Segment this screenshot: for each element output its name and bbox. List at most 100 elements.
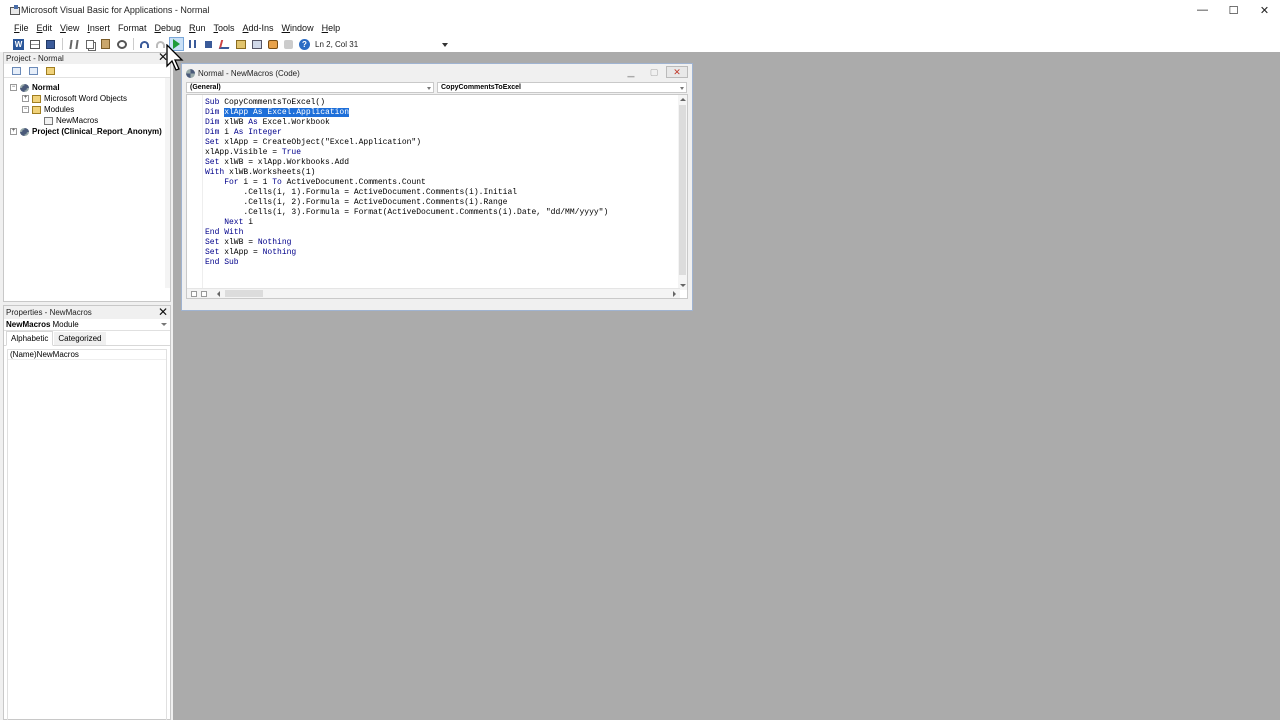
code-line[interactable]: .Cells(i, 3).Formula = Format(ActiveDocu… (205, 208, 608, 218)
reset-button[interactable] (201, 37, 216, 51)
project-explorer-icon (235, 39, 246, 49)
code-keyword: Set (205, 248, 225, 257)
toggle-folders-button[interactable] (43, 65, 57, 76)
code-line[interactable]: Set xlApp = Nothing (205, 248, 608, 258)
margin-indicator-bar[interactable] (187, 95, 203, 298)
code-line[interactable]: With xlWB.Worksheets(1) (205, 168, 608, 178)
procedure-combo[interactable]: CopyCommentsToExcel (437, 82, 687, 93)
window-title: Microsoft Visual Basic for Applications … (21, 5, 210, 15)
tree-item[interactable]: − Normal (4, 82, 170, 93)
expand-icon[interactable]: + (22, 95, 29, 102)
procedure-view-icon[interactable] (191, 291, 197, 297)
code-maximize-button[interactable]: ▢ (643, 66, 665, 78)
menu-item-addins[interactable]: Add-Ins (239, 23, 278, 33)
insert-userform-button[interactable] (27, 37, 42, 51)
code-line[interactable]: Sub CopyCommentsToExcel() (205, 98, 608, 108)
undo-icon (140, 40, 149, 48)
undo-button[interactable] (137, 37, 152, 51)
scroll-up-icon[interactable] (680, 98, 686, 101)
vba-icon (20, 127, 29, 136)
code-line[interactable]: Set xlWB = Nothing (205, 238, 608, 248)
paste-button[interactable] (98, 37, 113, 51)
design-mode-button[interactable] (217, 37, 232, 51)
code-line[interactable]: End With (205, 228, 608, 238)
tab-categorized[interactable]: Categorized (54, 332, 106, 345)
code-token: xlApp = CreateObject("Excel.Application"… (224, 138, 422, 147)
toolbar-separator (62, 38, 63, 50)
save-button[interactable] (43, 37, 58, 51)
object-combo[interactable]: (General) (186, 82, 434, 93)
code-editor[interactable]: Sub CopyCommentsToExcel() Dim xlApp As Ex… (186, 94, 688, 299)
full-module-view-icon[interactable] (201, 291, 207, 297)
code-horizontal-scrollbar[interactable] (187, 288, 680, 298)
collapse-icon[interactable]: − (10, 84, 17, 91)
menu-item-edit[interactable]: Edit (33, 23, 57, 33)
code-close-button[interactable]: ✕ (666, 66, 688, 78)
cut-button[interactable] (66, 37, 81, 51)
minimize-button[interactable]: — (1187, 0, 1218, 20)
code-line[interactable]: Set xlApp = CreateObject("Excel.Applicat… (205, 138, 608, 148)
property-row[interactable]: (Name) NewMacros (8, 350, 166, 360)
help-button[interactable]: ? (297, 37, 312, 51)
code-vertical-scrollbar[interactable] (678, 95, 687, 290)
maximize-button[interactable]: ☐ (1218, 0, 1249, 20)
code-line[interactable]: Dim i As Integer (205, 128, 608, 138)
code-window-titlebar[interactable]: Normal - NewMacros (Code) ▁ ▢ ✕ (182, 64, 692, 82)
code-text[interactable]: Sub CopyCommentsToExcel() Dim xlApp As Ex… (205, 98, 608, 268)
menu-item-view[interactable]: View (56, 23, 83, 33)
scroll-left-icon[interactable] (217, 291, 220, 297)
view-code-button[interactable] (9, 65, 23, 76)
copy-button[interactable] (82, 37, 97, 51)
menu-item-format[interactable]: Format (114, 23, 151, 33)
find-button[interactable] (114, 37, 129, 51)
menu-item-help[interactable]: Help (318, 23, 345, 33)
code-line[interactable]: Dim xlWB As Excel.Workbook (205, 118, 608, 128)
toolbar-options-icon[interactable] (442, 39, 449, 49)
object-combo-value: (General) (190, 84, 221, 91)
collapse-icon[interactable]: − (22, 106, 29, 113)
project-explorer-toolbar (4, 64, 170, 78)
scroll-right-icon[interactable] (673, 291, 676, 297)
code-line[interactable]: xlApp.Visible = True (205, 148, 608, 158)
project-tree-scrollbar[interactable] (165, 78, 170, 288)
tree-item[interactable]: + Microsoft Word Objects (4, 93, 170, 104)
view-code-icon (11, 66, 21, 75)
menu-item-window[interactable]: Window (278, 23, 318, 33)
object-selector[interactable]: NewMacros Module (4, 319, 170, 331)
menu-item-run[interactable]: Run (185, 23, 210, 33)
menu-item-tools[interactable]: Tools (210, 23, 239, 33)
menu-item-insert[interactable]: Insert (83, 23, 114, 33)
view-word-button[interactable]: W (11, 37, 26, 51)
scroll-down-icon[interactable] (680, 284, 686, 287)
code-line[interactable]: .Cells(i, 2).Formula = ActiveDocument.Co… (205, 198, 608, 208)
scroll-thumb[interactable] (679, 105, 686, 275)
expand-icon[interactable]: + (10, 128, 17, 135)
menu-item-file[interactable]: File (10, 23, 33, 33)
property-value[interactable]: NewMacros (37, 350, 79, 359)
toolbox-button[interactable] (281, 37, 296, 51)
scroll-thumb[interactable] (225, 290, 263, 297)
tree-item[interactable]: − Modules (4, 104, 170, 115)
view-object-button[interactable] (26, 65, 40, 76)
break-button[interactable] (185, 37, 200, 51)
code-line[interactable]: .Cells(i, 1).Formula = ActiveDocument.Co… (205, 188, 608, 198)
code-token: Excel.Workbook (262, 118, 330, 127)
code-line[interactable]: Dim xlApp As Excel.Application (205, 108, 608, 118)
code-line[interactable]: Set xlWB = xlApp.Workbooks.Add (205, 158, 608, 168)
folder-icon (32, 94, 41, 103)
menu-item-debug[interactable]: Debug (150, 23, 185, 33)
properties-window-button[interactable] (249, 37, 264, 51)
properties-close-icon[interactable]: ✕ (157, 306, 169, 318)
code-line[interactable]: For i = 1 To ActiveDocument.Comments.Cou… (205, 178, 608, 188)
close-button[interactable]: ✕ (1249, 0, 1280, 20)
object-browser-button[interactable] (265, 37, 280, 51)
code-minimize-button[interactable]: ▁ (620, 66, 642, 78)
tab-alphabetic[interactable]: Alphabetic (6, 331, 54, 346)
project-explorer-button[interactable] (233, 37, 248, 51)
copy-icon (85, 39, 94, 49)
folder-icon (32, 105, 41, 114)
code-line[interactable]: Next i (205, 218, 608, 228)
tree-item[interactable]: NewMacros (4, 115, 170, 126)
code-line[interactable]: End Sub (205, 258, 608, 268)
tree-item[interactable]: + Project (Clinical_Report_Anonym) (4, 126, 170, 137)
